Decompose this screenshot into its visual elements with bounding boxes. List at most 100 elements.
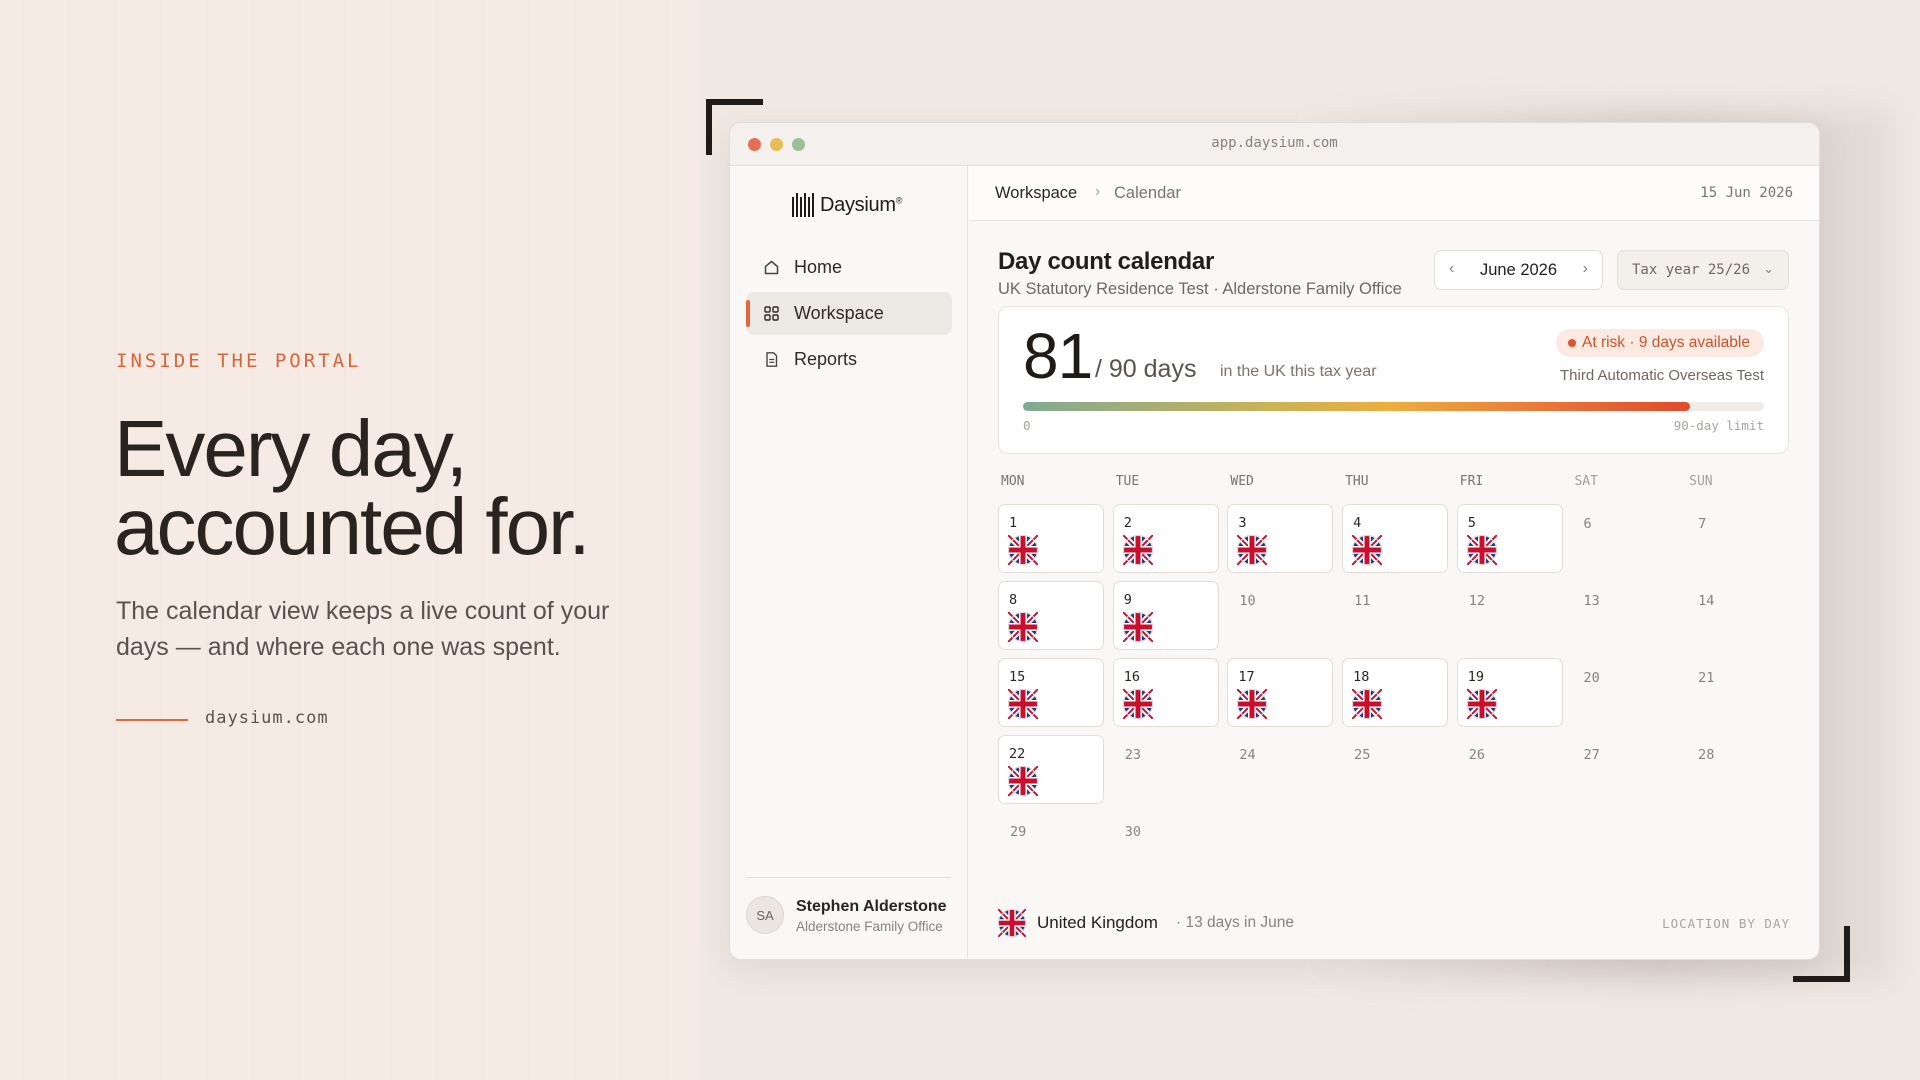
calendar-day[interactable]: 20 — [1571, 658, 1686, 735]
calendar-day[interactable]: 10 — [1227, 581, 1342, 658]
legend-caption: LOCATION BY DAY — [1662, 916, 1790, 931]
weekday-label: TUE — [1115, 474, 1140, 489]
day-number: 22 — [1009, 746, 1026, 762]
day-number: 10 — [1239, 593, 1256, 609]
month-switcher: ‹ June 2026 › — [1434, 250, 1603, 290]
uk-flag-icon — [1005, 763, 1041, 799]
grid-icon — [762, 305, 780, 323]
calendar-day[interactable]: 19 — [1456, 658, 1572, 735]
calendar-day[interactable]: 6 — [1571, 504, 1686, 581]
uk-flag-icon — [1120, 686, 1155, 722]
status-badge: At risk · 9 days available — [1556, 329, 1764, 357]
uk-flag-icon — [1235, 532, 1270, 568]
day-number: 4 — [1353, 515, 1362, 531]
calendar-day[interactable]: 4 — [1342, 504, 1457, 581]
brand-logo[interactable]: Daysium® — [792, 191, 902, 219]
uk-flag-icon — [1005, 686, 1041, 722]
user-profile[interactable]: SA Stephen Alderstone Alderstone Family … — [746, 877, 951, 939]
calendar-day[interactable]: 22 — [998, 735, 1113, 812]
uk-flag-icon — [1349, 686, 1385, 722]
country-name: United Kingdom — [1037, 913, 1158, 932]
weekday-label: SUN — [1689, 474, 1713, 489]
calendar-day[interactable]: 18 — [1342, 658, 1457, 735]
sidebar-item-home[interactable]: Home — [746, 246, 952, 289]
weekday-header: MON TUE WED THU FRI SAT SUN — [998, 474, 1802, 504]
day-number: 5 — [1467, 515, 1476, 531]
day-count-card: 81 / 90 days in the UK this tax year At … — [998, 306, 1789, 454]
brand-name: Daysium® — [820, 193, 903, 216]
calendar-week: 22 23 24 25 26 27 28 — [998, 735, 1802, 812]
calendar-day[interactable]: 8 — [998, 581, 1113, 658]
chevron-right-icon[interactable]: › — [1583, 260, 1588, 278]
day-number: 19 — [1467, 669, 1485, 685]
month-label: June 2026 — [1479, 261, 1558, 279]
user-name: Stephen Alderstone — [796, 898, 947, 915]
calendar-day[interactable]: 11 — [1342, 581, 1457, 658]
calendar-day[interactable]: 9 — [1112, 581, 1228, 658]
calendar-day[interactable]: 13 — [1571, 581, 1686, 658]
day-number: 15 — [1009, 669, 1026, 685]
day-number: 29 — [1010, 824, 1027, 840]
country-day-count: · 13 days in June — [1176, 914, 1295, 931]
day-number: 27 — [1583, 747, 1600, 763]
day-number: 30 — [1124, 824, 1141, 840]
calendar-day[interactable]: 3 — [1227, 504, 1342, 581]
avatar: SA — [746, 896, 784, 934]
calendar-day[interactable]: 26 — [1457, 735, 1572, 812]
progress-min-label: 0 — [1023, 418, 1031, 433]
uk-flag-icon — [1005, 532, 1041, 568]
chevron-right-icon: › — [1095, 183, 1101, 200]
day-card: 17 — [1227, 658, 1334, 727]
calendar-day[interactable]: 1 — [998, 504, 1113, 581]
calendar-day[interactable]: 14 — [1686, 581, 1801, 658]
home-icon — [762, 259, 780, 277]
calendar-day[interactable]: 28 — [1686, 735, 1801, 812]
day-number: 14 — [1698, 593, 1715, 609]
sidebar: Daysium® Home Workspace Reports SA Steph… — [730, 166, 968, 959]
weekday-label: THU — [1345, 474, 1369, 489]
day-card: 16 — [1112, 658, 1219, 727]
sidebar-item-label: Home — [794, 257, 843, 277]
calendar-day[interactable]: 27 — [1571, 735, 1686, 812]
progress-fill — [1023, 402, 1690, 411]
main-panel: Workspace › Calendar 15 Jun 2026 Day cou… — [969, 166, 1819, 959]
calendar-day[interactable]: 23 — [1113, 735, 1228, 812]
calendar-day[interactable]: 21 — [1686, 658, 1801, 735]
day-number: 20 — [1583, 670, 1600, 686]
calendar-day[interactable]: 25 — [1342, 735, 1457, 812]
day-card: 9 — [1112, 581, 1219, 650]
tax-year-select[interactable]: Tax year 25/26 ⌄ — [1617, 250, 1789, 290]
calendar-day[interactable]: 29 — [998, 812, 1113, 889]
lede: The calendar view keeps a live count of … — [116, 597, 610, 661]
eyebrow: INSIDE THE PORTAL — [116, 350, 362, 372]
sidebar-item-reports[interactable]: Reports — [746, 338, 952, 381]
calendar-day[interactable]: 5 — [1456, 504, 1572, 581]
calendar-day[interactable]: 15 — [998, 658, 1113, 735]
calendar-day[interactable]: 7 — [1686, 504, 1801, 581]
chevron-down-icon: ⌄ — [1763, 261, 1774, 276]
day-count-value: 81 — [1023, 320, 1093, 392]
progress-track — [1023, 402, 1764, 411]
progress-max-label: 90-day limit — [1673, 418, 1764, 433]
calendar-day[interactable]: 16 — [1112, 658, 1228, 735]
sidebar-item-label: Reports — [794, 349, 858, 369]
breadcrumb-workspace[interactable]: Workspace — [995, 184, 1077, 203]
day-number: 6 — [1583, 516, 1592, 532]
day-card: 4 — [1342, 504, 1449, 573]
sidebar-item-workspace[interactable]: Workspace — [746, 292, 952, 335]
site-link[interactable]: daysium.com — [205, 708, 329, 728]
day-number: 16 — [1123, 669, 1140, 685]
calendar-day[interactable]: 2 — [1112, 504, 1228, 581]
address-bar[interactable]: app.daysium.com — [730, 135, 1819, 151]
page-subtitle: UK Statutory Residence Test · Alderstone… — [998, 280, 1402, 298]
day-card: 18 — [1342, 658, 1449, 727]
day-number: 17 — [1238, 669, 1255, 685]
day-number: 13 — [1583, 593, 1600, 609]
calendar-day[interactable]: 12 — [1457, 581, 1572, 658]
calendar-day[interactable]: 17 — [1227, 658, 1342, 735]
calendar-day[interactable]: 30 — [1113, 812, 1228, 889]
day-number: 28 — [1698, 747, 1715, 763]
weekday-label: SAT — [1574, 474, 1598, 489]
headline-line-2: accounted for. — [114, 482, 591, 571]
calendar-day[interactable]: 24 — [1227, 735, 1342, 812]
